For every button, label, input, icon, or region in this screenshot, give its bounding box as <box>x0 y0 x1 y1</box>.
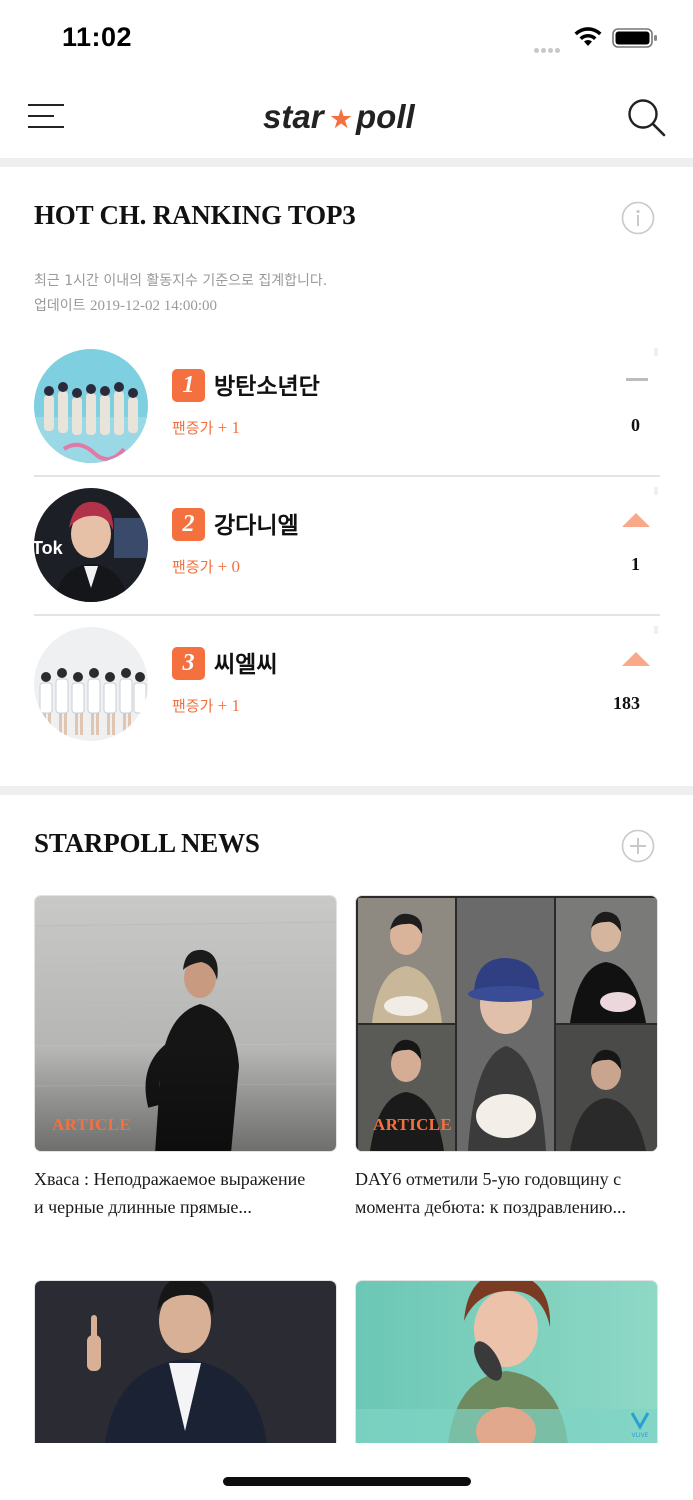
ranking-update: 업데이트 2019-12-02 14:00:00 <box>34 295 217 315</box>
artist-photo <box>34 627 148 741</box>
scroll-tick <box>654 487 658 495</box>
news-thumbnail <box>35 1281 336 1443</box>
app-header: star ★ poll <box>0 76 693 158</box>
fan-increase-label: 팬증가 <box>172 697 214 715</box>
artist-name: 방탄소년단 <box>214 374 320 400</box>
news-thumbnail <box>356 896 657 1151</box>
menu-icon[interactable] <box>28 102 64 130</box>
rank-row-1[interactable]: 1 방탄소년단 팬증가 + 1 0 <box>34 338 660 477</box>
fan-increase-value: + 1 <box>217 696 240 715</box>
artist-name: 강다니엘 <box>214 513 299 539</box>
news-headline-line: DAY6 отметили 5-ую годовщину с <box>355 1169 622 1189</box>
ranking-title: HOT CH. RANKING TOP3 <box>34 200 356 230</box>
info-icon[interactable] <box>621 201 655 235</box>
search-icon[interactable] <box>627 98 667 138</box>
update-time: 2019-12-02 14:00:00 <box>89 298 218 314</box>
news-card[interactable] <box>34 1280 337 1443</box>
scroll-tick <box>654 348 658 356</box>
fan-increase-label: 팬증가 <box>172 558 214 576</box>
starpoll-logo: star ★ poll <box>263 98 415 135</box>
news-card[interactable]: VLIVE <box>355 1280 658 1443</box>
news-thumbnail <box>356 1281 657 1443</box>
rank-change-value: 1 <box>631 554 640 574</box>
section-divider <box>0 158 693 167</box>
rank-badge: 2 <box>172 508 205 541</box>
minus-icon <box>626 378 648 381</box>
triangle-up-icon <box>622 652 650 666</box>
plus-icon[interactable] <box>621 829 655 863</box>
logo-star-text: star <box>263 98 326 135</box>
vlive-icon: VLIVE <box>630 1412 650 1439</box>
fan-increase-value: + 1 <box>217 418 240 437</box>
logo-star-glyph: ★ <box>329 104 353 135</box>
fan-increase: 팬증가 + 1 <box>172 695 240 716</box>
rank-row-2[interactable]: Tok 2 강다니엘 팬증가 + 0 1 <box>34 477 660 616</box>
article-label: ARTICLE <box>52 1115 131 1134</box>
ranking-description: 최근 1시간 이내의 활동지수 기준으로 집계합니다. <box>34 273 328 289</box>
update-label: 업데이트 <box>34 298 86 314</box>
home-indicator[interactable] <box>223 1477 471 1486</box>
news-card[interactable]: ARTICLE <box>355 895 658 1152</box>
scroll-tick <box>654 626 658 634</box>
artist-name: 씨엘씨 <box>214 652 278 678</box>
news-headline[interactable]: Хваса : Неподражаемое выражение и черные… <box>34 1165 344 1221</box>
news-headline-line: Хваса : Неподражаемое выражение <box>34 1169 306 1189</box>
rank-badge: 1 <box>172 369 205 402</box>
section-divider <box>0 786 693 795</box>
artist-photo <box>34 349 148 463</box>
fan-increase: 팬증가 + 0 <box>172 556 240 577</box>
vlive-label: VLIVE <box>631 1432 648 1439</box>
news-thumbnail <box>35 896 336 1151</box>
status-time: 11:02 <box>62 22 133 52</box>
news-headline-line: и черные длинные прямые... <box>34 1197 252 1217</box>
rank-row-3[interactable]: 3 씨엘씨 팬증가 + 1 183 <box>34 616 660 755</box>
svg-text:Tok: Tok <box>34 538 64 558</box>
news-headline[interactable]: DAY6 отметили 5-ую годовщину с момента д… <box>355 1165 665 1221</box>
fan-increase: 팬증가 + 1 <box>172 417 240 438</box>
artist-photo: Tok <box>34 488 148 602</box>
triangle-up-icon <box>622 513 650 527</box>
fan-increase-label: 팬증가 <box>172 419 214 437</box>
wifi-icon <box>574 27 602 46</box>
logo-poll-text: poll <box>355 98 415 135</box>
status-bar: 11:02 <box>0 0 693 76</box>
news-card[interactable]: ARTICLE <box>34 895 337 1152</box>
rank-change-value: 183 <box>613 693 640 713</box>
signal-icon <box>534 40 566 53</box>
article-label: ARTICLE <box>373 1115 452 1134</box>
rank-change-value: 0 <box>631 415 640 435</box>
news-title: STARPOLL NEWS <box>34 828 260 858</box>
fan-increase-value: + 0 <box>217 557 240 576</box>
news-headline-line: момента дебюта: к поздравлению... <box>355 1197 626 1217</box>
rank-badge: 3 <box>172 647 205 680</box>
battery-icon <box>612 28 657 48</box>
